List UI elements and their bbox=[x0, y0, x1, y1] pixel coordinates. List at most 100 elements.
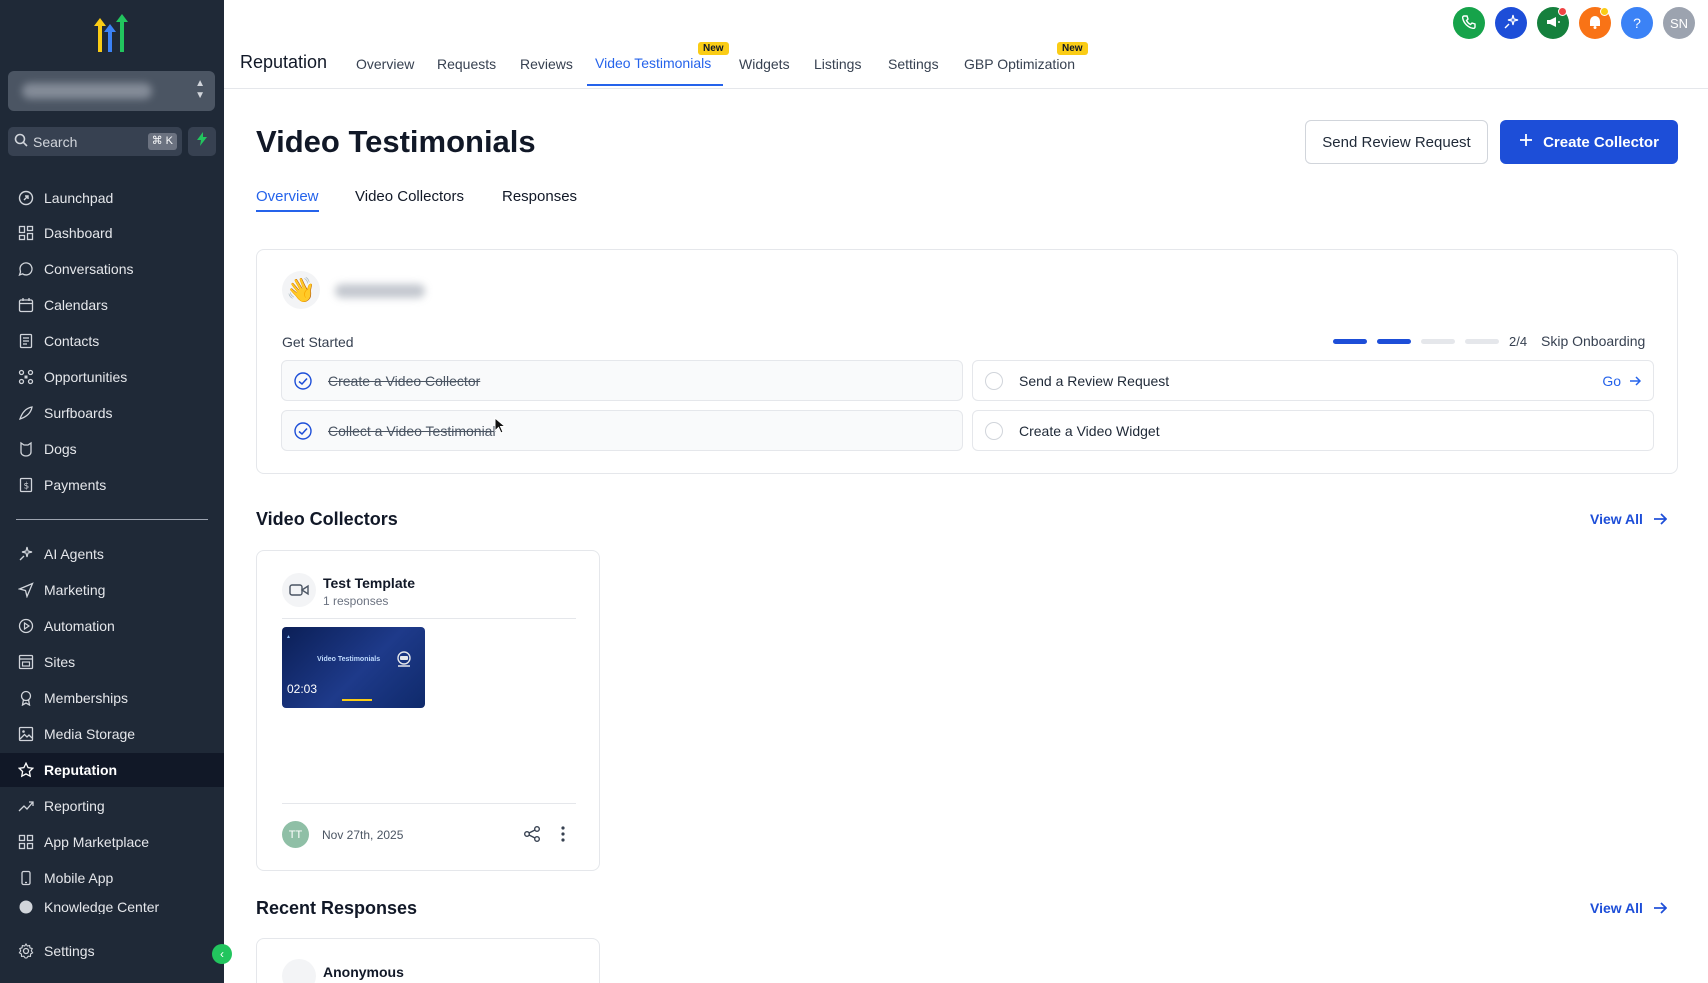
sidebar: ▲ ▼ Search ⌘ K Launchpad Dashboard Conver… bbox=[0, 0, 232, 983]
sidebar-item-label: Opportunities bbox=[44, 369, 128, 385]
tab-video-testimonials[interactable]: Video Testimonials bbox=[595, 55, 711, 71]
search-placeholder: Search bbox=[33, 134, 78, 150]
send-icon bbox=[16, 580, 36, 600]
tab-listings[interactable]: Listings bbox=[814, 56, 861, 72]
trend-icon bbox=[16, 796, 36, 816]
more-vertical-icon[interactable] bbox=[560, 825, 566, 843]
create-collector-label: Create Collector bbox=[1543, 133, 1659, 151]
sidebar-item-marketing[interactable]: Marketing bbox=[0, 573, 224, 607]
active-tab-indicator bbox=[587, 84, 723, 86]
sidebar-item-payments[interactable]: $ Payments bbox=[0, 468, 224, 502]
sidebar-item-dogs[interactable]: Dogs bbox=[0, 432, 224, 466]
sidebar-item-contacts[interactable]: Contacts bbox=[0, 324, 224, 358]
notification-dot bbox=[1558, 7, 1567, 16]
tab-gbp-optimization[interactable]: GBP Optimization bbox=[964, 56, 1075, 72]
sidebar-divider bbox=[16, 519, 208, 520]
arrow-right-icon bbox=[1653, 513, 1667, 525]
task-create-video-widget[interactable]: Create a Video Widget bbox=[972, 410, 1654, 451]
sidebar-item-reputation[interactable]: Reputation bbox=[0, 753, 224, 787]
go-link[interactable]: Go bbox=[1602, 373, 1641, 389]
task-label: Create a Video Widget bbox=[1019, 422, 1160, 439]
plus-icon bbox=[1519, 133, 1533, 151]
tab-requests[interactable]: Requests bbox=[437, 56, 496, 72]
sidebar-item-label: AI Agents bbox=[44, 546, 104, 562]
sidebar-item-reporting[interactable]: Reporting bbox=[0, 789, 224, 823]
sidebar-item-label: Calendars bbox=[44, 297, 108, 313]
sidebar-item-label: Reputation bbox=[44, 762, 118, 778]
sidebar-item-label: Surfboards bbox=[44, 405, 113, 421]
sidebar-item-sites[interactable]: Sites bbox=[0, 645, 224, 679]
collector-card[interactable]: Test Template 1 responses ▲ Video Testim… bbox=[256, 550, 600, 871]
sidebar-item-memberships[interactable]: Memberships bbox=[0, 681, 224, 715]
mouse-cursor-icon bbox=[494, 417, 506, 434]
sidebar-item-conversations[interactable]: Conversations bbox=[0, 252, 224, 286]
share-icon[interactable] bbox=[523, 825, 541, 843]
dog-icon bbox=[16, 439, 36, 459]
user-avatar[interactable]: SN bbox=[1663, 7, 1695, 39]
sidebar-item-mobile-app[interactable]: Mobile App bbox=[0, 861, 224, 895]
progress-step-2 bbox=[1377, 339, 1411, 344]
app-logo[interactable] bbox=[90, 14, 134, 54]
sidebar-item-dashboard[interactable]: Dashboard bbox=[0, 216, 224, 250]
sidebar-item-label: Marketing bbox=[44, 582, 106, 598]
sidebar-item-surfboards[interactable]: Surfboards bbox=[0, 396, 224, 430]
video-duration: 02:03 bbox=[287, 682, 318, 696]
skip-onboarding-link[interactable]: Skip Onboarding bbox=[1541, 333, 1645, 349]
sidebar-item-label: Conversations bbox=[44, 261, 134, 277]
sidebar-item-settings[interactable]: Settings bbox=[0, 934, 224, 968]
task-collect-video-testimonial[interactable]: Collect a Video Testimonial bbox=[281, 410, 963, 451]
progress-step-1 bbox=[1333, 339, 1367, 344]
progress-step-4 bbox=[1465, 339, 1499, 344]
task-create-video-collector[interactable]: Create a Video Collector bbox=[281, 360, 963, 401]
new-badge: New bbox=[698, 42, 729, 55]
search-input[interactable]: Search ⌘ K bbox=[8, 127, 182, 156]
new-badge: New bbox=[1057, 42, 1088, 55]
recent-responses-heading: Recent Responses bbox=[256, 898, 418, 918]
video-camera-icon bbox=[282, 573, 316, 607]
tab-reviews[interactable]: Reviews bbox=[520, 56, 573, 72]
ai-assistant-button[interactable] bbox=[1495, 7, 1527, 39]
tab-overview[interactable]: Overview bbox=[356, 56, 414, 72]
sidebar-item-label: Mobile App bbox=[44, 870, 114, 886]
task-send-review-request[interactable]: Send a Review Request Go bbox=[972, 360, 1654, 401]
sidebar-item-knowledge-center[interactable]: Knowledge Center bbox=[0, 900, 224, 914]
phone-button[interactable] bbox=[1453, 7, 1485, 39]
thumbnail-caption-bar bbox=[342, 699, 372, 701]
sidebar-item-calendars[interactable]: Calendars bbox=[0, 288, 224, 322]
robot-icon bbox=[397, 651, 411, 667]
waving-hand-icon: 👋 bbox=[282, 271, 320, 309]
bolt-icon bbox=[196, 132, 208, 151]
arrow-right-icon bbox=[1630, 376, 1641, 386]
get-started-label: Get Started bbox=[282, 334, 354, 350]
sidebar-item-media-storage[interactable]: Media Storage bbox=[0, 717, 224, 751]
view-all-collectors-link[interactable]: View All bbox=[1590, 511, 1667, 527]
responses-clip: Anonymous bbox=[256, 936, 606, 983]
video-thumbnail[interactable]: ▲ Video Testimonials 02:03 bbox=[282, 627, 425, 708]
create-collector-button[interactable]: Create Collector bbox=[1500, 120, 1678, 164]
view-all-responses-link[interactable]: View All bbox=[1590, 900, 1667, 916]
gear-icon bbox=[16, 941, 36, 961]
collapse-sidebar-button[interactable]: ‹ bbox=[212, 944, 232, 964]
sidebar-item-app-marketplace[interactable]: App Marketplace bbox=[0, 825, 224, 859]
announcements-button[interactable] bbox=[1537, 7, 1569, 39]
sidebar-item-automation[interactable]: Automation bbox=[0, 609, 224, 643]
thumbnail-title: Video Testimonials bbox=[317, 656, 381, 663]
response-card[interactable]: Anonymous bbox=[256, 938, 600, 983]
empty-circle-icon bbox=[985, 371, 1003, 390]
account-switcher[interactable]: ▲ ▼ bbox=[8, 71, 215, 111]
progress-count: 2/4 bbox=[1509, 334, 1528, 349]
quick-action-button[interactable] bbox=[188, 127, 216, 156]
sidebar-item-ai-agents[interactable]: AI Agents bbox=[0, 537, 224, 571]
help-button[interactable]: ? bbox=[1621, 7, 1653, 39]
send-review-request-button[interactable]: Send Review Request bbox=[1305, 120, 1488, 164]
tab-settings[interactable]: Settings bbox=[888, 56, 939, 72]
sidebar-item-launchpad[interactable]: Launchpad bbox=[0, 181, 224, 215]
subtab-overview[interactable]: Overview bbox=[256, 188, 319, 205]
award-icon bbox=[16, 688, 36, 708]
notifications-button[interactable] bbox=[1579, 7, 1611, 39]
tab-widgets[interactable]: Widgets bbox=[739, 56, 790, 72]
subtab-responses[interactable]: Responses bbox=[502, 188, 577, 205]
arrow-right-icon bbox=[1653, 902, 1667, 914]
subtab-video-collectors[interactable]: Video Collectors bbox=[355, 188, 464, 205]
sidebar-item-opportunities[interactable]: Opportunities bbox=[0, 360, 224, 394]
